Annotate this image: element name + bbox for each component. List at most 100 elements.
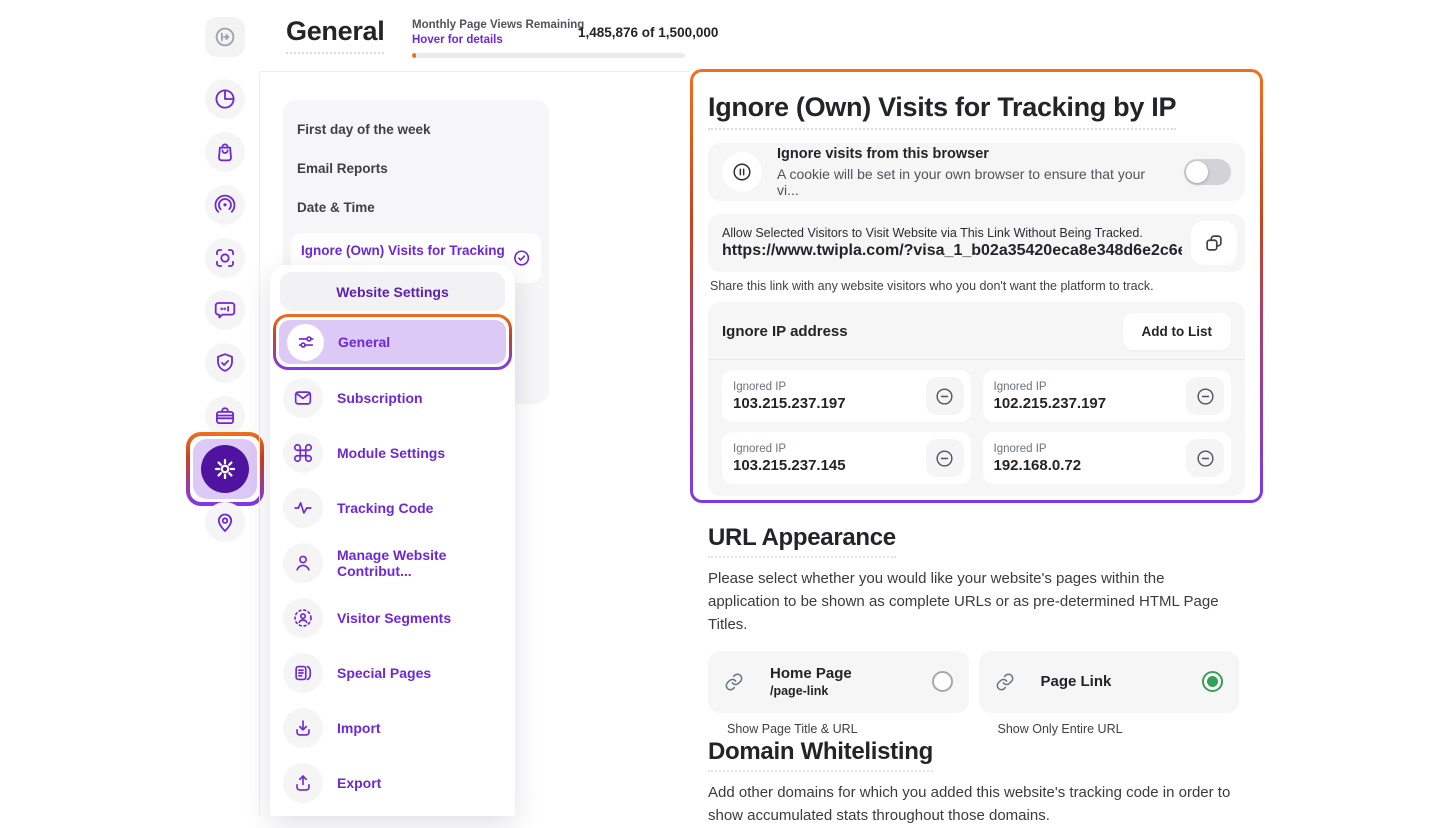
copy-link-button[interactable] [1191, 221, 1237, 265]
ignored-ip-value: 102.215.237.197 [994, 395, 1107, 412]
menu-item-visitor-segments[interactable]: Visitor Segments [280, 598, 505, 638]
location-pin-icon[interactable] [205, 502, 245, 542]
menu-item-manage-contributors[interactable]: Manage Website Contribut... [280, 543, 505, 583]
tracking-link-hint: Share this link with any website visitor… [710, 279, 1245, 293]
usage-progress-fill [412, 53, 416, 58]
url-appearance-title: URL Appearance [708, 524, 896, 558]
panel-title: Ignore (Own) Visits for Tracking by IP [708, 92, 1176, 130]
menu-item-module-settings[interactable]: Module Settings [280, 433, 505, 473]
settings-gear-icon [201, 445, 249, 493]
toggle-title: Ignore visits from this browser [777, 146, 1169, 162]
envelope-icon [283, 378, 323, 418]
domain-whitelisting-section: Domain Whitelisting Add other domains fo… [708, 738, 1239, 828]
icon-rail [0, 0, 259, 816]
toggle-knob [1186, 161, 1208, 183]
url-appearance-section: URL Appearance Please select whether you… [708, 524, 1239, 736]
browser-toggle-row: Ignore visits from this browser A cookie… [708, 143, 1245, 201]
ignored-ip-label: Ignored IP [733, 443, 846, 455]
pulse-icon [283, 488, 323, 528]
ignored-ip-label: Ignored IP [733, 381, 846, 393]
settings-item-first-day[interactable]: First day of the week [291, 110, 541, 149]
radio-unselected[interactable] [932, 671, 953, 692]
visitor-segments-icon [283, 598, 323, 638]
remove-ip-button[interactable] [1186, 439, 1224, 477]
minus-circle-icon [934, 386, 955, 407]
ignored-ip-card: Ignored IP 103.215.237.145 [722, 432, 971, 484]
menu-item-label: Manage Website Contribut... [337, 547, 505, 579]
menu-item-label: Module Settings [337, 445, 445, 461]
url-appearance-description: Please select whether you would like you… [708, 568, 1239, 637]
open-panel-arrow-icon[interactable] [205, 17, 245, 57]
domain-whitelisting-description: Add other domains for which you added th… [708, 782, 1239, 828]
remove-ip-button[interactable] [926, 439, 964, 477]
import-icon [283, 708, 323, 748]
menu-item-general[interactable]: General [279, 320, 506, 364]
command-icon [283, 433, 323, 473]
menu-item-label: General [338, 334, 390, 350]
usage-progress-bar [412, 53, 685, 58]
annotation-highlight-general: General [273, 314, 512, 370]
menu-item-label: Special Pages [337, 665, 431, 681]
browser-toggle-switch[interactable] [1184, 159, 1231, 185]
sliders-icon [287, 324, 324, 361]
radio-selected[interactable] [1202, 671, 1223, 692]
settings-item-date-time[interactable]: Date & Time [291, 188, 541, 227]
shield-check-icon[interactable] [205, 343, 245, 383]
ignored-ip-card: Ignored IP 103.215.237.197 [722, 370, 971, 422]
option-title: Page Link [1041, 673, 1112, 690]
minus-circle-icon [1195, 386, 1216, 407]
menu-item-label: Import [337, 720, 381, 736]
annotation-highlight-panel: Ignore (Own) Visits for Tracking by IP I… [690, 69, 1263, 503]
remove-ip-button[interactable] [1186, 377, 1224, 415]
option-title: Home Page [770, 665, 852, 682]
pause-circle-icon [722, 152, 762, 192]
link-icon [724, 672, 744, 692]
usage-value: 1,485,876 of 1,500,000 [578, 25, 698, 40]
menu-item-tracking-code[interactable]: Tracking Code [280, 488, 505, 528]
option-caption: Show Page Title & URL [708, 722, 969, 736]
ip-list-box: Ignore IP address Add to List Ignored IP… [708, 302, 1245, 496]
check-circle-icon [512, 248, 531, 268]
user-icon [283, 543, 323, 583]
option-page-link[interactable]: Page Link [979, 651, 1240, 713]
usage-label: Monthly Page Views Remaining [412, 19, 584, 31]
minus-circle-icon [1195, 448, 1216, 469]
menu-item-subscription[interactable]: Subscription [280, 378, 505, 418]
page-title: General [286, 16, 384, 54]
radar-icon[interactable] [205, 185, 245, 225]
website-settings-menu: Website Settings General Subscription Mo… [270, 265, 515, 816]
menu-item-import[interactable]: Import [280, 708, 505, 748]
ip-divider [708, 359, 1245, 360]
usage-block: Monthly Page Views Remaining Hover for d… [412, 19, 584, 46]
ignored-ip-card: Ignored IP 192.168.0.72 [983, 432, 1232, 484]
tracking-link-label: Allow Selected Visitors to Visit Website… [722, 226, 1182, 240]
option-subtitle: /page-link [770, 684, 852, 698]
toggle-description: A cookie will be set in your own browser… [777, 166, 1169, 198]
briefcase-icon[interactable] [205, 396, 245, 436]
remove-ip-button[interactable] [926, 377, 964, 415]
export-icon [283, 763, 323, 803]
menu-item-export[interactable]: Export [280, 763, 505, 803]
tracking-link-url: https://www.twipla.com/?visa_1_b02a35420… [722, 242, 1182, 260]
ignored-ip-value: 192.168.0.72 [994, 457, 1082, 474]
option-caption: Show Only Entire URL [979, 722, 1240, 736]
sidebar-item-settings[interactable] [193, 439, 257, 499]
option-home-page[interactable]: Home Page /page-link [708, 651, 969, 713]
pie-chart-icon[interactable] [205, 79, 245, 119]
menu-item-special-pages[interactable]: Special Pages [280, 653, 505, 693]
focus-icon[interactable] [205, 238, 245, 278]
shopping-bag-icon[interactable] [205, 132, 245, 172]
usage-details-link[interactable]: Hover for details [412, 34, 584, 46]
ignore-ip-panel: Ignore (Own) Visits for Tracking by IP I… [693, 72, 1260, 500]
chat-icon[interactable] [205, 290, 245, 330]
add-to-list-button[interactable]: Add to List [1123, 313, 1232, 350]
settings-item-email-reports[interactable]: Email Reports [291, 149, 541, 188]
menu-item-label: Subscription [337, 390, 423, 406]
menu-item-label: Tracking Code [337, 500, 433, 516]
menu-header: Website Settings [280, 272, 505, 311]
annotation-highlight-settings [186, 432, 264, 506]
header-divider [260, 71, 690, 72]
tracking-link-row: Allow Selected Visitors to Visit Website… [708, 214, 1245, 272]
rail-divider [259, 73, 260, 816]
domain-whitelisting-title: Domain Whitelisting [708, 738, 933, 772]
